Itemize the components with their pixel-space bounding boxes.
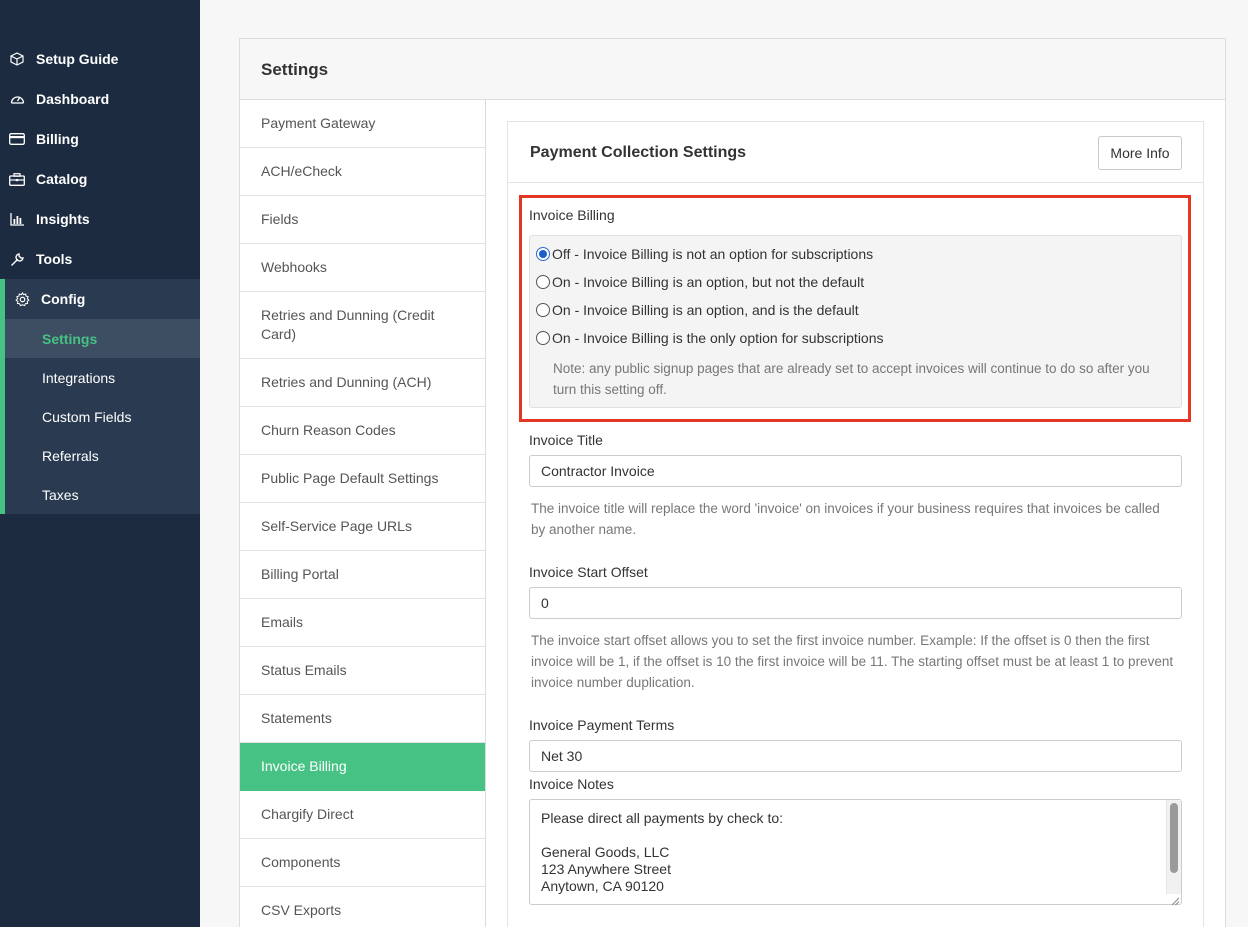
sidebar-subitem-taxes[interactable]: Taxes — [5, 475, 200, 514]
sidebar-item-label: Config — [41, 291, 86, 307]
invoice-billing-option-off[interactable]: Off - Invoice Billing is not an option f… — [536, 245, 873, 263]
wrench-icon — [9, 251, 25, 267]
scrollbar-thumb[interactable] — [1170, 803, 1178, 873]
settings-header: Settings — [240, 39, 1225, 100]
textarea-scrollbar[interactable] — [1166, 800, 1181, 894]
invoice-start-offset-input[interactable] — [529, 587, 1182, 619]
sidebar-item-label: Dashboard — [36, 91, 110, 107]
sidebar-item-tools[interactable]: Tools — [0, 239, 200, 279]
settings-menu-item[interactable]: Webhooks — [240, 244, 485, 292]
settings-menu-item[interactable]: Fields — [240, 196, 485, 244]
sidebar-subitem-label: Integrations — [42, 369, 116, 386]
settings-menu: Payment Gateway ACH/eCheck Fields Webhoo… — [240, 100, 486, 927]
sidebar-subitem-label: Referrals — [42, 447, 99, 464]
sidebar-item-catalog[interactable]: Catalog — [0, 159, 200, 199]
sidebar-item-label: Insights — [36, 211, 90, 227]
radio-label: On - Invoice Billing is an option, but n… — [552, 274, 865, 290]
settings-menu-item[interactable]: Self-Service Page URLs — [240, 503, 485, 551]
settings-menu-item[interactable]: Billing Portal — [240, 551, 485, 599]
sidebar: Setup Guide Dashboard Billing Catalog In… — [0, 0, 200, 927]
invoice-payment-terms-label: Invoice Payment Terms — [529, 717, 675, 733]
sidebar-item-insights[interactable]: Insights — [0, 199, 200, 239]
invoice-billing-option-on-not-default[interactable]: On - Invoice Billing is an option, but n… — [536, 273, 864, 291]
sidebar-subitem-label: Custom Fields — [42, 408, 132, 425]
sidebar-item-billing[interactable]: Billing — [0, 119, 200, 159]
settings-menu-item[interactable]: Emails — [240, 599, 485, 647]
invoice-billing-label: Invoice Billing — [529, 207, 615, 223]
settings-menu-item[interactable]: Retries and Dunning (Credit Card) — [240, 292, 485, 359]
settings-menu-item[interactable]: ACH/eCheck — [240, 148, 485, 196]
invoice-notes-line: Please direct all payments by check to: — [541, 810, 784, 826]
settings-menu-item[interactable]: Chargify Direct — [240, 791, 485, 839]
resize-handle-icon[interactable] — [1170, 893, 1180, 906]
sidebar-subitem-settings[interactable]: Settings — [5, 319, 200, 358]
bar-chart-icon — [9, 211, 25, 227]
speedometer-icon — [9, 91, 25, 107]
sidebar-subitem-label: Settings — [42, 330, 98, 347]
invoice-notes-line — [541, 827, 1170, 844]
radio-label: On - Invoice Billing is the only option … — [552, 330, 884, 346]
sidebar-subitem-integrations[interactable]: Integrations — [5, 358, 200, 397]
invoice-notes-textarea[interactable]: Please direct all payments by check to: … — [529, 799, 1182, 905]
settings-menu-item[interactable]: Churn Reason Codes — [240, 407, 485, 455]
credit-card-icon — [9, 131, 25, 147]
invoice-billing-option-on-default[interactable]: On - Invoice Billing is an option, and i… — [536, 301, 859, 319]
invoice-start-offset-label: Invoice Start Offset — [529, 564, 648, 580]
sidebar-item-dashboard[interactable]: Dashboard — [0, 79, 200, 119]
settings-menu-item[interactable]: Statements — [240, 695, 485, 743]
invoice-notes-line: General Goods, LLC — [541, 844, 670, 860]
radio-label: Off - Invoice Billing is not an option f… — [552, 246, 874, 262]
more-info-button[interactable]: More Info — [1098, 136, 1182, 170]
settings-menu-item-active[interactable]: Invoice Billing — [240, 743, 485, 791]
settings-menu-item[interactable]: Payment Gateway — [240, 100, 485, 148]
settings-menu-item[interactable]: Status Emails — [240, 647, 485, 695]
cube-icon — [9, 51, 25, 67]
sidebar-item-label: Billing — [36, 131, 79, 147]
invoice-title-label: Invoice Title — [529, 432, 603, 448]
invoice-notes-line: 123 Anywhere Street — [541, 861, 671, 877]
settings-menu-item[interactable]: Public Page Default Settings — [240, 455, 485, 503]
panel-title: Payment Collection Settings — [530, 144, 747, 161]
sidebar-item-label: Setup Guide — [36, 51, 119, 67]
gear-icon — [14, 291, 30, 307]
radio-button[interactable] — [536, 275, 550, 289]
radio-button-checked[interactable] — [536, 247, 550, 261]
sidebar-subitem-label: Taxes — [42, 486, 79, 503]
catalog-icon — [9, 171, 25, 187]
sidebar-item-label: Catalog — [36, 171, 88, 187]
invoice-title-help: The invoice title will replace the word … — [531, 501, 1160, 537]
invoice-title-input[interactable] — [529, 455, 1182, 487]
invoice-payment-terms-input[interactable] — [529, 740, 1182, 772]
invoice-billing-option-only[interactable]: On - Invoice Billing is the only option … — [536, 329, 884, 347]
invoice-billing-note: Note: any public signup pages that are a… — [553, 361, 1150, 397]
invoice-start-offset-help: The invoice start offset allows you to s… — [531, 633, 1174, 690]
sidebar-item-config[interactable]: Config — [0, 279, 200, 319]
radio-button[interactable] — [536, 303, 550, 317]
invoice-notes-label: Invoice Notes — [529, 776, 614, 792]
page-title: Settings — [261, 60, 329, 79]
invoice-notes-line: Anytown, CA 90120 — [541, 878, 664, 894]
radio-button[interactable] — [536, 331, 550, 345]
sidebar-item-label: Tools — [36, 251, 73, 267]
sidebar-item-setup-guide[interactable]: Setup Guide — [0, 39, 200, 79]
settings-menu-item[interactable]: CSV Exports — [240, 887, 485, 927]
settings-menu-item[interactable]: Retries and Dunning (ACH) — [240, 359, 485, 407]
config-submenu: Settings Integrations Custom Fields Refe… — [0, 319, 200, 514]
radio-label: On - Invoice Billing is an option, and i… — [552, 302, 859, 318]
settings-menu-item[interactable]: Components — [240, 839, 485, 887]
panel-header: Payment Collection Settings More Info — [508, 122, 1203, 183]
sidebar-subitem-custom-fields[interactable]: Custom Fields — [5, 397, 200, 436]
sidebar-subitem-referrals[interactable]: Referrals — [5, 436, 200, 475]
